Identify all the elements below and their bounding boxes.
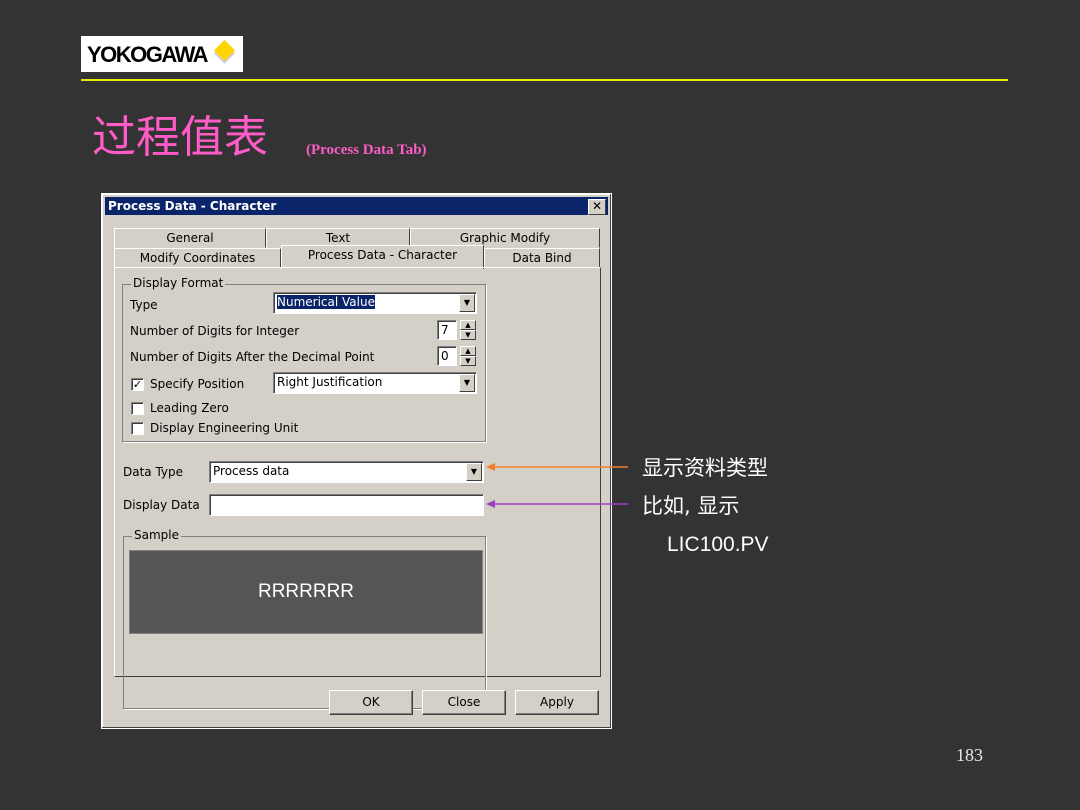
display-data-annotation: 比如, 显示 bbox=[642, 494, 740, 518]
display-data-example: LIC100.PV bbox=[667, 533, 769, 556]
annotation-arrows bbox=[486, 463, 628, 508]
data-type-annotation: 显示资料类型 bbox=[642, 456, 768, 480]
purple-arrowhead bbox=[486, 500, 495, 508]
orange-arrowhead bbox=[486, 463, 495, 471]
